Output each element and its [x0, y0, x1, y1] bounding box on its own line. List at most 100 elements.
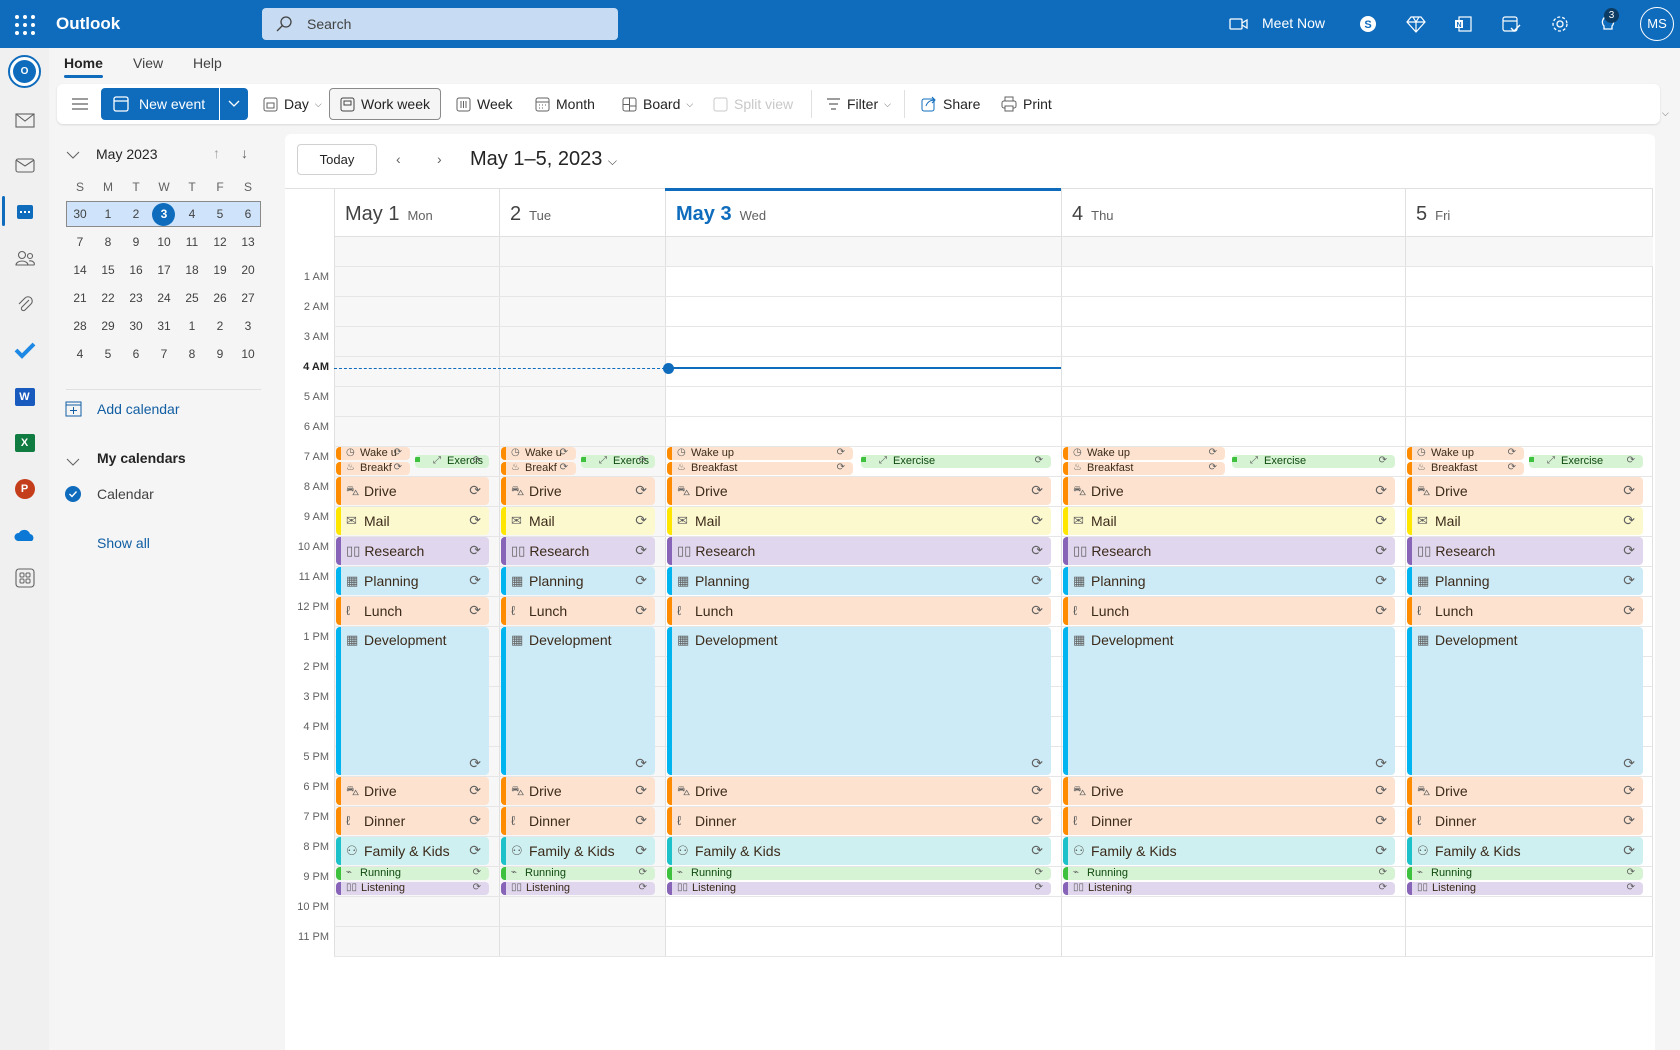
mini-calendar-day[interactable]: 23 [122, 291, 150, 305]
mini-calendar-day[interactable]: 7 [66, 235, 94, 249]
skype-icon[interactable]: S [1356, 12, 1380, 36]
more-apps-icon[interactable] [12, 565, 37, 590]
previous-week-chevron-icon[interactable]: ‹ [396, 151, 401, 167]
calendar-event[interactable]: ▯▯ Research ⟳ [1063, 537, 1395, 565]
todo-check-icon[interactable] [12, 337, 37, 362]
mini-calendar-day[interactable]: 21 [66, 291, 94, 305]
calendar-event[interactable]: ♨ Breakfast ⟳ [1063, 462, 1225, 475]
calendar-event[interactable]: ℓ Lunch ⟳ [501, 597, 655, 625]
calendar-event[interactable]: ⛍ Drive ⟳ [667, 777, 1051, 805]
calendar-event[interactable]: ✉ Mail ⟳ [336, 507, 489, 535]
calendar-event[interactable]: ⛍ Drive ⟳ [336, 477, 489, 505]
mini-calendar-day[interactable]: 4 [66, 347, 94, 361]
calendar-event[interactable]: ♨ Breakfast ⟳ [667, 462, 853, 475]
calendar-event[interactable]: ♨ Breakf ⟳ [501, 462, 576, 475]
day-header-thu[interactable]: 4 Thu [1061, 188, 1405, 236]
calendar-event[interactable]: ▯▯ Listening ⟳ [501, 882, 655, 895]
calendar-event[interactable]: ℓ Lunch ⟳ [1407, 597, 1643, 625]
app-title[interactable]: Outlook [56, 14, 120, 34]
mini-calendar-day[interactable]: 14 [66, 263, 94, 277]
mini-calendar-collapse-chevron-icon[interactable] [66, 146, 80, 164]
mini-calendar-day[interactable]: 2 [206, 319, 234, 333]
calendar-event[interactable]: ⛍ Drive ⟳ [1063, 477, 1395, 505]
calendar-event[interactable]: ▯▯ Research ⟳ [501, 537, 655, 565]
attachments-paperclip-icon[interactable] [12, 291, 37, 316]
calendar-event[interactable]: ♨ Breakf ⟳ [336, 462, 410, 475]
mini-calendar-day[interactable]: 20 [234, 263, 262, 277]
calendar-event[interactable]: ▦ Planning ⟳ [501, 567, 655, 595]
calendar-event[interactable]: ▦ Planning ⟳ [1407, 567, 1643, 595]
all-day-cell[interactable] [334, 236, 499, 266]
calendar-event[interactable]: ⛍ Drive ⟳ [1407, 777, 1643, 805]
print-button[interactable]: Print [1001, 84, 1052, 124]
previous-month-arrow-icon[interactable]: ↑ [213, 145, 220, 161]
show-all-link[interactable]: Show all [97, 535, 150, 551]
mini-calendar-day[interactable]: 8 [94, 235, 122, 249]
search-box[interactable]: Search [262, 8, 618, 40]
calendar-event[interactable]: ⌁ Running ⟳ [336, 867, 489, 880]
day-chevron-icon[interactable]: ⌵ [315, 99, 322, 110]
calendar-event[interactable]: ◷ Wake up ⟳ [1407, 447, 1524, 460]
tab-help[interactable]: Help [193, 55, 222, 71]
calendar-event[interactable]: ⌁ Running ⟳ [1063, 867, 1395, 880]
mini-calendar-title[interactable]: May 2023 [96, 146, 157, 162]
mini-calendar-day[interactable]: 31 [150, 319, 178, 333]
mini-calendar-day[interactable]: 13 [234, 235, 262, 249]
mini-calendar-day[interactable]: 5 [94, 347, 122, 361]
calendar-event[interactable]: ▦ Planning ⟳ [667, 567, 1051, 595]
calendar-event[interactable]: ✉ Mail ⟳ [1063, 507, 1395, 535]
calendar-event[interactable]: ℓ Dinner ⟳ [1407, 807, 1643, 835]
mini-calendar-day[interactable]: 25 [178, 291, 206, 305]
calendar-event[interactable]: ℓ Lunch ⟳ [1063, 597, 1395, 625]
mini-calendar-day[interactable]: 16 [122, 263, 150, 277]
mini-calendar-day[interactable]: 30 [66, 207, 94, 221]
account-avatar[interactable]: MS [1640, 7, 1674, 41]
calendar-event[interactable]: ⌁ Running ⟳ [1407, 867, 1643, 880]
day-header-mon[interactable]: May 1 Mon [334, 188, 499, 236]
next-week-chevron-icon[interactable]: › [437, 151, 442, 167]
mini-calendar-day[interactable]: 5 [206, 207, 234, 221]
mini-calendar-day[interactable]: 7 [150, 347, 178, 361]
mini-calendar-day[interactable]: 10 [234, 347, 262, 361]
mail-icon[interactable] [12, 153, 37, 178]
calendar-event[interactable]: ◷ Wake up ⟳ [667, 447, 853, 460]
collapse-pane-hamburger-icon[interactable] [71, 96, 89, 117]
day-header-fri[interactable]: 5 Fri [1405, 188, 1653, 236]
mini-calendar-day[interactable]: 12 [206, 235, 234, 249]
mini-calendar-day[interactable]: 18 [178, 263, 206, 277]
calendar-event[interactable]: ℓ Dinner ⟳ [336, 807, 489, 835]
all-day-cell[interactable] [1061, 236, 1405, 266]
calendar-event[interactable]: ⛍ Drive ⟳ [501, 477, 655, 505]
calendar-event[interactable]: ⤢ Exercis ⟳ [581, 454, 655, 468]
my-calendars-heading[interactable]: My calendars [97, 450, 186, 466]
all-day-cell[interactable] [665, 236, 1061, 266]
calendar-event[interactable]: ⤢ Exercise ⟳ [1529, 454, 1643, 468]
new-mail-icon[interactable] [12, 108, 37, 133]
calendar-event[interactable]: ⚇ Family & Kids ⟳ [1407, 837, 1643, 865]
calendar-event[interactable]: ▯▯ Listening ⟳ [1063, 882, 1395, 895]
new-event-button[interactable]: New event [101, 88, 219, 120]
mini-calendar-day[interactable]: 4 [178, 207, 206, 221]
mini-calendar-day[interactable]: 17 [150, 263, 178, 277]
share-button[interactable]: Share [921, 84, 980, 124]
settings-gear-icon[interactable] [1548, 12, 1572, 36]
my-calendars-chevron-icon[interactable] [66, 453, 80, 471]
view-month-button[interactable]: Month [535, 84, 595, 124]
day-header-tue[interactable]: 2 Tue [499, 188, 665, 236]
my-day-calendar-check-icon[interactable] [1499, 12, 1523, 36]
filter-button[interactable]: Filter ⌵ [826, 84, 891, 124]
app-launcher-icon[interactable] [14, 14, 35, 35]
mini-calendar-day[interactable]: 29 [94, 319, 122, 333]
calendar-event[interactable]: ▯▯ Research ⟳ [336, 537, 489, 565]
calendar-event[interactable]: ✉ Mail ⟳ [667, 507, 1051, 535]
expand-ribbon-chevron-icon[interactable]: ⌵ [1662, 108, 1669, 119]
calendar-event[interactable]: ✉ Mail ⟳ [1407, 507, 1643, 535]
calendar-event[interactable]: ⌁ Running ⟳ [501, 867, 655, 880]
calendar-event[interactable]: ✉ Mail ⟳ [501, 507, 655, 535]
calendar-event[interactable]: ▦ Planning ⟳ [1063, 567, 1395, 595]
all-day-cell[interactable] [1405, 236, 1653, 266]
calendar-event[interactable]: ⚇ Family & Kids ⟳ [501, 837, 655, 865]
calendar-event[interactable]: ▦ Development ⟳ [501, 627, 655, 775]
mini-calendar-day[interactable]: 6 [234, 207, 262, 221]
word-icon[interactable]: W [12, 384, 37, 409]
